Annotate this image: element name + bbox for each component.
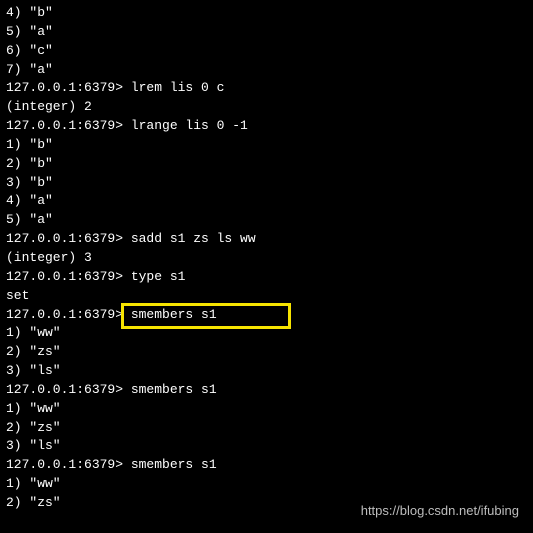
terminal-line: 4) "a" [6, 192, 527, 211]
terminal-line: 3) "b" [6, 174, 527, 193]
terminal-line: 127.0.0.1:6379> smembers s1 [6, 381, 527, 400]
terminal-line: 4) "b" [6, 4, 527, 23]
terminal-line: 3) "ls" [6, 437, 527, 456]
terminal-line: (integer) 3 [6, 249, 527, 268]
terminal-line: 5) "a" [6, 211, 527, 230]
terminal-line: 3) "ls" [6, 362, 527, 381]
terminal-line: 127.0.0.1:6379> smembers s1 [6, 456, 527, 475]
terminal-line: 1) "ww" [6, 400, 527, 419]
terminal-line: 1) "ww" [6, 324, 527, 343]
terminal-line: 127.0.0.1:6379> lrange lis 0 -1 [6, 117, 527, 136]
terminal-line: 127.0.0.1:6379> lrem lis 0 c [6, 79, 527, 98]
terminal-line: 2) "zs" [6, 419, 527, 438]
terminal-line: 5) "a" [6, 23, 527, 42]
terminal-line: 127.0.0.1:6379> smembers s1 [6, 306, 527, 325]
terminal-line: 127.0.0.1:6379> type s1 [6, 268, 527, 287]
watermark-text: https://blog.csdn.net/ifubing [361, 502, 519, 521]
terminal-line: 2) "b" [6, 155, 527, 174]
terminal-line: 1) "b" [6, 136, 527, 155]
terminal-line: set [6, 287, 527, 306]
terminal-line: 6) "c" [6, 42, 527, 61]
terminal-line: 127.0.0.1:6379> sadd s1 zs ls ww [6, 230, 527, 249]
terminal-line: 1) "ww" [6, 475, 527, 494]
terminal-line: 2) "zs" [6, 343, 527, 362]
terminal-output: 4) "b"5) "a"6) "c"7) "a"127.0.0.1:6379> … [6, 4, 527, 513]
terminal-line: 7) "a" [6, 61, 527, 80]
terminal-line: (integer) 2 [6, 98, 527, 117]
